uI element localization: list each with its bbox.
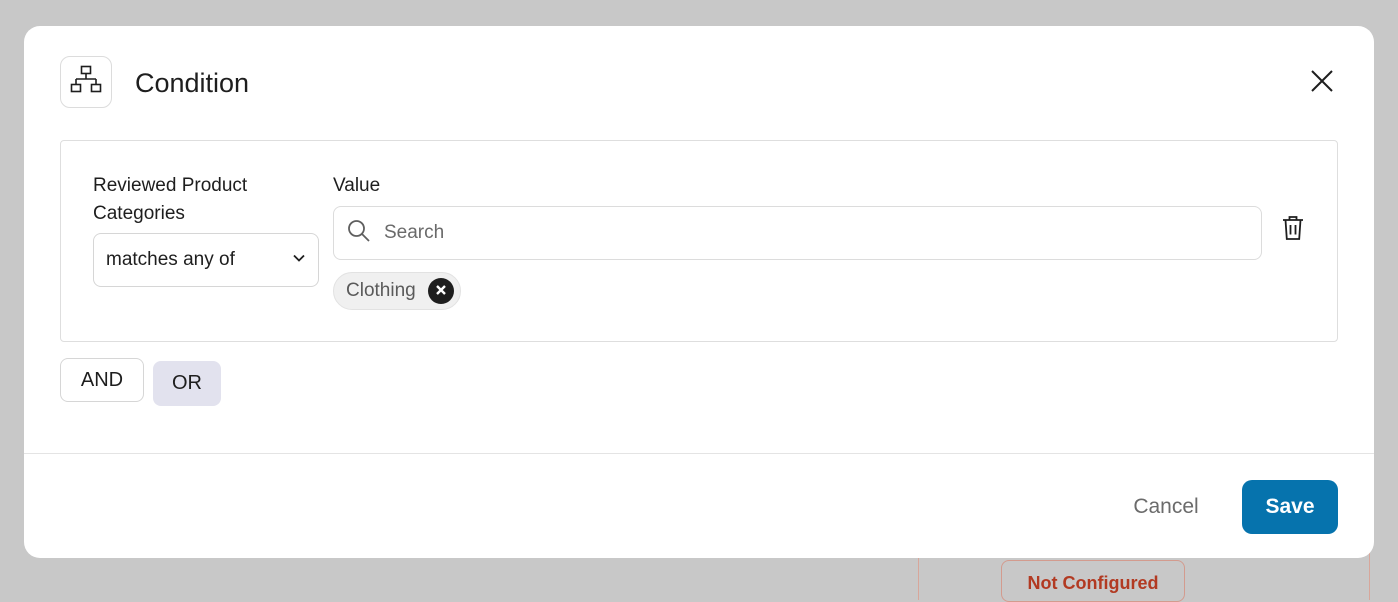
search-icon: [346, 218, 372, 249]
condition-row: Reviewed Product Categories matches any …: [60, 140, 1338, 342]
operator-selected-value: matches any of: [106, 249, 235, 270]
or-button[interactable]: OR: [153, 361, 221, 406]
close-circle-icon: [435, 280, 447, 302]
header-icon-box: [60, 56, 112, 108]
chip-remove-button[interactable]: [427, 278, 454, 304]
cancel-button[interactable]: Cancel: [1114, 480, 1218, 534]
close-button[interactable]: [1307, 68, 1337, 98]
status-badge: Not Configured: [1001, 560, 1185, 602]
delete-condition-button[interactable]: [1279, 215, 1307, 245]
condition-modal: Condition Reviewed Product Categories ma…: [24, 26, 1374, 558]
chevron-down-icon: [292, 249, 306, 271]
chip-label: Clothing: [346, 280, 416, 301]
search-field: [333, 206, 1262, 260]
trash-icon: [1281, 214, 1305, 247]
footer-divider: [24, 453, 1374, 454]
sitemap-icon: [69, 63, 103, 102]
and-button[interactable]: AND: [60, 358, 144, 402]
field-label: Reviewed Product Categories: [93, 175, 248, 224]
save-button[interactable]: Save: [1242, 480, 1338, 534]
search-input[interactable]: [382, 221, 1249, 245]
value-chip: Clothing: [333, 272, 461, 310]
modal-title: Condition: [135, 68, 250, 98]
operator-select[interactable]: matches any of: [93, 233, 319, 287]
value-label: Value: [333, 175, 381, 196]
close-icon: [1310, 69, 1334, 98]
